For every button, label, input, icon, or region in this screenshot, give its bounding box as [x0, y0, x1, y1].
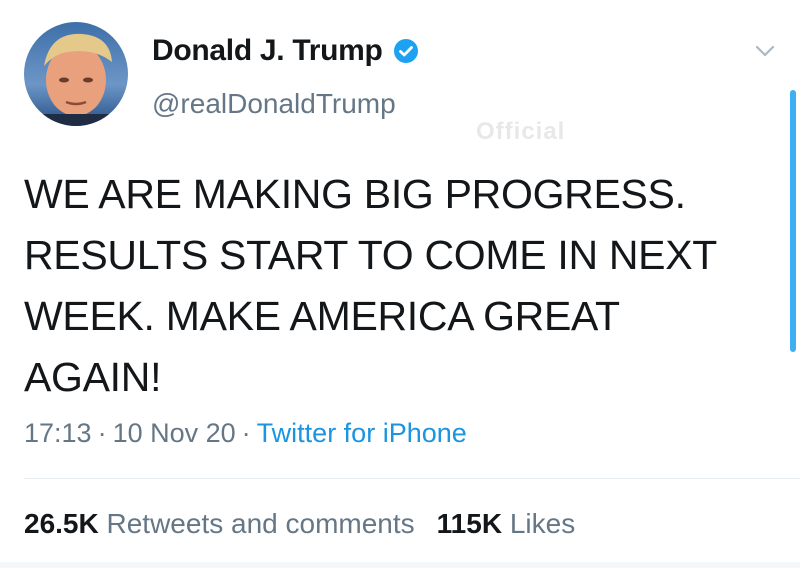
- scrollbar[interactable]: [790, 90, 796, 352]
- bottom-divider: [0, 562, 800, 568]
- tweet-text: WE ARE MAKING BIG PROGRESS. RESULTS STAR…: [24, 171, 717, 400]
- likes-stat[interactable]: 115K Likes: [437, 508, 576, 539]
- author-handle[interactable]: @realDonaldTrump: [152, 88, 396, 120]
- watermark: Official: [476, 118, 566, 145]
- tweet-source-link[interactable]: Twitter for iPhone: [257, 418, 467, 448]
- divider: [24, 478, 800, 479]
- tweet-date[interactable]: 10 Nov 20: [113, 418, 236, 448]
- tweet-stats: 26.5K Retweets and comments 115K Likes: [24, 508, 575, 540]
- likes-count: 115K: [436, 508, 503, 539]
- author-display-name[interactable]: Donald J. Trump: [152, 34, 383, 68]
- retweets-count: 26.5K: [24, 508, 99, 539]
- chevron-down-icon[interactable]: [752, 40, 778, 62]
- tweet-time: 17:13: [24, 418, 92, 448]
- retweets-stat[interactable]: 26.5K Retweets and comments: [24, 508, 415, 539]
- avatar[interactable]: [24, 22, 128, 126]
- author-row: Donald J. Trump: [152, 34, 419, 68]
- verified-badge-icon: [393, 38, 419, 64]
- tweet-meta: 17:13 · 10 Nov 20 · Twitter for iPhone: [24, 418, 467, 448]
- retweets-label: Retweets and comments: [106, 508, 415, 539]
- likes-label: Likes: [509, 508, 576, 539]
